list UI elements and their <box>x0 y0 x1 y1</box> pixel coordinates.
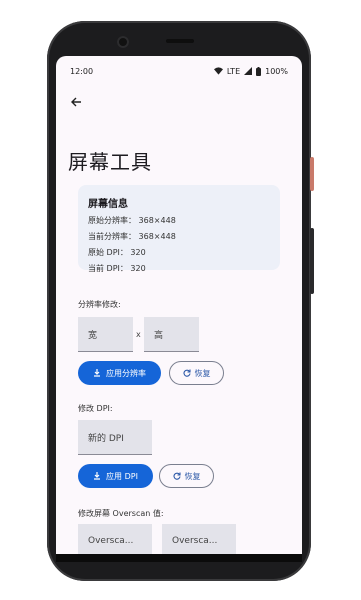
download-icon <box>94 369 100 377</box>
apply-resolution-button[interactable]: 应用分辨率 <box>78 361 161 385</box>
apply-dpi-label: 应用 DPI <box>106 471 138 481</box>
back-button[interactable] <box>70 96 82 112</box>
volume-rocker <box>310 228 314 294</box>
refresh-icon <box>173 472 181 480</box>
status-icons: LTE 100% <box>213 66 288 76</box>
resolution-label: 分辨率修改: <box>78 300 121 309</box>
reset-dpi-button[interactable]: 恢复 <box>159 464 214 488</box>
phone-bottom-bezel <box>56 554 302 562</box>
arrow-left-icon <box>71 97 81 107</box>
overscan-input-1[interactable]: Oversca... <box>78 524 152 554</box>
card-title: 屏幕信息 <box>88 199 128 210</box>
app-screen: 12:00 LTE 100% 屏幕工具 屏幕信息 原始分辨率： 368×448 … <box>56 56 302 554</box>
download-icon <box>94 472 101 480</box>
dpi-label: 修改 DPI: <box>78 404 113 413</box>
earpiece-speaker <box>166 39 194 43</box>
reset-dpi-label: 恢复 <box>184 471 201 481</box>
network-label: LTE <box>226 66 241 76</box>
screen-info-card: 屏幕信息 原始分辨率： 368×448 当前分辨率： 368×448 原始 DP… <box>78 185 280 273</box>
original-resolution: 原始分辨率： 368×448 <box>88 216 176 225</box>
page-title: 屏幕工具 <box>68 150 152 174</box>
wifi-icon <box>213 67 223 75</box>
apply-resolution-label: 应用分辨率 <box>106 368 146 378</box>
refresh-icon <box>183 369 191 377</box>
current-dpi: 当前 DPI： 320 <box>88 264 146 273</box>
original-dpi: 原始 DPI： 320 <box>88 248 146 257</box>
overscan-input-2[interactable]: Oversca... <box>162 524 236 554</box>
width-input[interactable]: 宽 <box>78 317 133 352</box>
dpi-input[interactable]: 新的 DPI <box>78 420 152 455</box>
battery-icon <box>256 66 262 76</box>
times-sign: x <box>136 330 141 339</box>
reset-resolution-button[interactable]: 恢复 <box>169 361 224 385</box>
reset-resolution-label: 恢复 <box>194 368 211 378</box>
signal-icon <box>244 67 253 75</box>
overscan-label: 修改屏幕 Overscan 值: <box>78 509 164 518</box>
status-time: 12:00 <box>70 66 94 76</box>
status-bar: 12:00 LTE 100% <box>70 64 288 78</box>
current-resolution: 当前分辨率： 368×448 <box>88 232 176 241</box>
height-input[interactable]: 高 <box>144 317 199 352</box>
front-camera-icon <box>117 36 129 48</box>
power-button <box>310 157 314 191</box>
apply-dpi-button[interactable]: 应用 DPI <box>78 464 153 488</box>
battery-percent: 100% <box>265 66 288 76</box>
